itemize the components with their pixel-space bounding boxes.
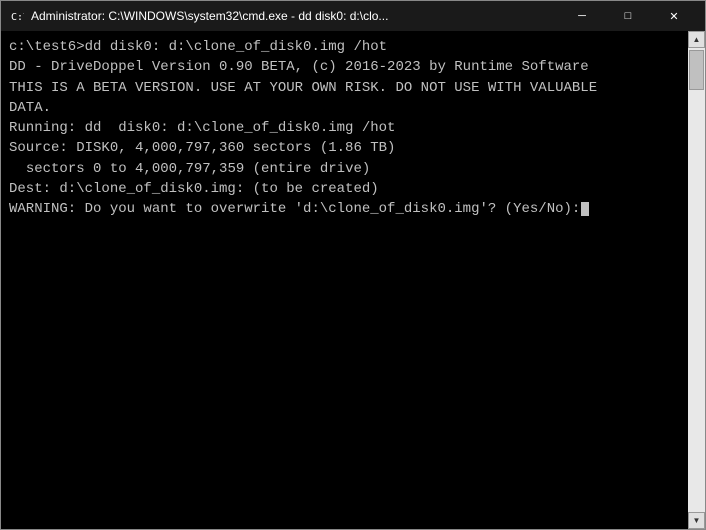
close-button[interactable]: ✕	[651, 1, 697, 31]
maximize-button[interactable]: □	[605, 1, 651, 31]
scroll-down-button[interactable]: ▼	[688, 512, 705, 529]
terminal-line: Running: dd disk0: d:\clone_of_disk0.img…	[9, 118, 680, 138]
scroll-track[interactable]	[688, 48, 705, 512]
content-area: c:\test6>dd disk0: d:\clone_of_disk0.img…	[1, 31, 705, 529]
terminal-cursor	[581, 202, 589, 216]
terminal-line: THIS IS A BETA VERSION. USE AT YOUR OWN …	[9, 78, 680, 98]
scrollbar[interactable]: ▲ ▼	[688, 31, 705, 529]
cmd-icon: C:\	[9, 8, 25, 24]
window-title: Administrator: C:\WINDOWS\system32\cmd.e…	[31, 9, 559, 23]
terminal-line: Source: DISK0, 4,000,797,360 sectors (1.…	[9, 138, 680, 158]
window-controls: ─ □ ✕	[559, 1, 697, 31]
title-bar: C:\ Administrator: C:\WINDOWS\system32\c…	[1, 1, 705, 31]
scroll-thumb[interactable]	[689, 50, 704, 90]
terminal-line: Dest: d:\clone_of_disk0.img: (to be crea…	[9, 179, 680, 199]
terminal-output[interactable]: c:\test6>dd disk0: d:\clone_of_disk0.img…	[1, 31, 688, 529]
cmd-window: C:\ Administrator: C:\WINDOWS\system32\c…	[0, 0, 706, 530]
terminal-line: WARNING: Do you want to overwrite 'd:\cl…	[9, 199, 680, 219]
terminal-line: DATA.	[9, 98, 680, 118]
scroll-up-button[interactable]: ▲	[688, 31, 705, 48]
terminal-line: c:\test6>dd disk0: d:\clone_of_disk0.img…	[9, 37, 680, 57]
terminal-line: DD - DriveDoppel Version 0.90 BETA, (c) …	[9, 57, 680, 77]
svg-text:C:\: C:\	[11, 12, 24, 23]
terminal-line: sectors 0 to 4,000,797,359 (entire drive…	[9, 159, 680, 179]
minimize-button[interactable]: ─	[559, 1, 605, 31]
